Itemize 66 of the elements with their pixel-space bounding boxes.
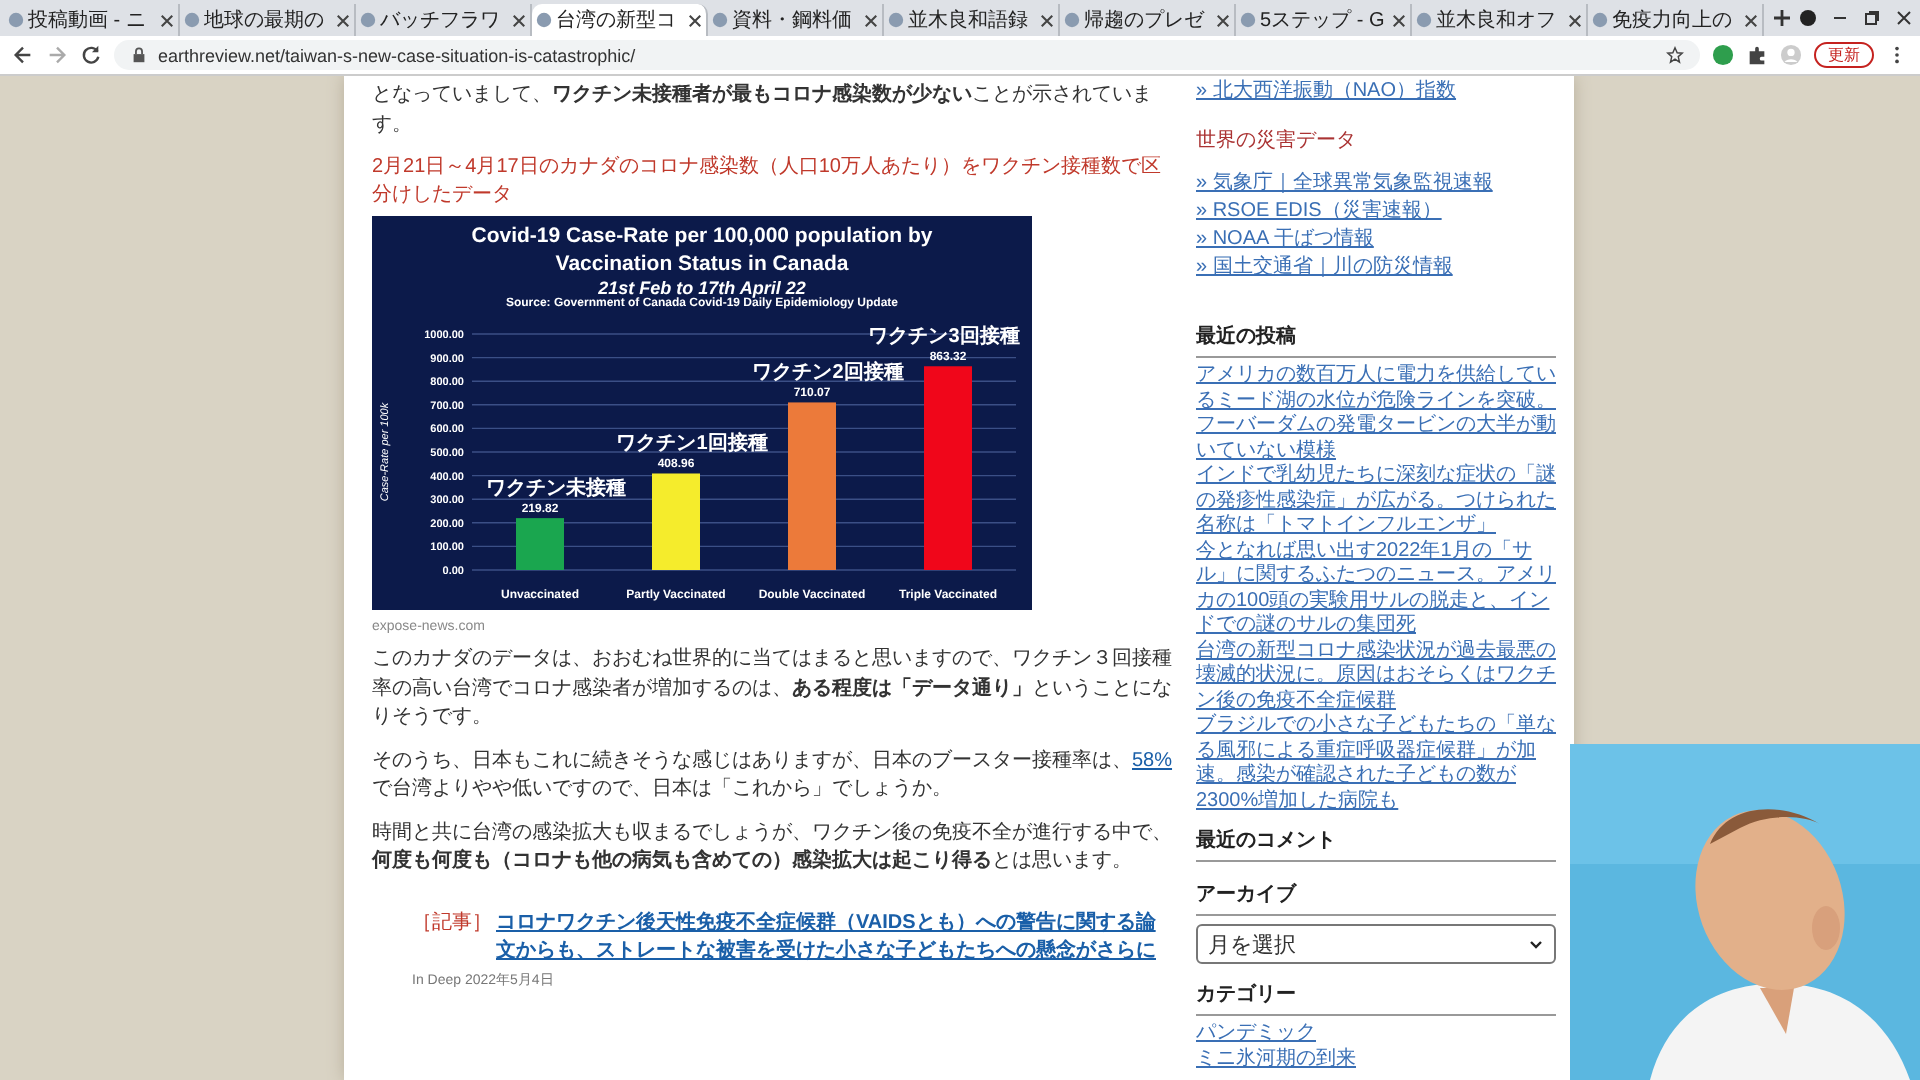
article-tag: ［記事］: [412, 909, 492, 966]
chevron-icon: [1528, 936, 1544, 952]
sidebar-link[interactable]: » 気象庁｜全球異常気象監視速報: [1196, 170, 1493, 198]
widget-heading: アーカイブ: [1196, 872, 1556, 916]
favicon-icon: [536, 12, 552, 28]
circle-icon[interactable]: [1798, 8, 1818, 28]
widget-heading: 最近の投稿: [1196, 314, 1556, 358]
post-link[interactable]: ブラジルでの小さな子どもたちの「単なる風邪による重症呼吸器症候群」が加速。感染が確認された子どもの数が2300%増加した病院も: [1196, 714, 1556, 814]
sidebar-link[interactable]: » RSOE EDIS（災害速報）: [1196, 198, 1442, 226]
figure-caption: 2月21日～4月17日のカナダのコロナ感染数（人口10万人あたり）をワクチン接種数で区分けしたデータ: [372, 154, 1163, 208]
new-tab-icon[interactable]: [1772, 8, 1792, 28]
bar-annotation: ワクチン1回接種: [616, 434, 768, 457]
favicon-icon: [184, 12, 200, 28]
extension-icon[interactable]: [1712, 44, 1734, 66]
widget-heading: 最近のコメント: [1196, 818, 1556, 862]
bar-annotation: ワクチン未接種: [486, 478, 626, 501]
close-icon[interactable]: [864, 13, 878, 27]
address-field[interactable]: earthreview.net/taiwan-s-new-case-situation-is-catastrophic/: [114, 40, 1700, 70]
chart-subtitle: 21st Feb to 17th April 22: [598, 278, 806, 299]
category-link[interactable]: パンデミック: [1196, 1022, 1316, 1047]
favicon-icon: [888, 12, 904, 28]
close-icon[interactable]: [1040, 13, 1054, 27]
browser-tab[interactable]: 台湾の新型コ: [532, 4, 708, 36]
post-link[interactable]: 台湾の新型コロナ感染状況が過去最悪の壊滅的状況に。原因はおそらくはワクチン後の免疫不全症候群: [1196, 639, 1556, 714]
post-link[interactable]: 今となれば思い出す2022年1月の「サル」に関するふたつのニュース。アメリカの100頭の実験用サルの脱走と、インドでの謎のサルの集団死: [1196, 539, 1556, 639]
close-icon[interactable]: [688, 13, 702, 27]
bar-annotation: ワクチン2回接種: [752, 363, 904, 385]
favicon-icon: [712, 12, 728, 28]
restore-icon[interactable]: [1862, 8, 1882, 28]
paragraph-text: このカナダのデータは、おおむね世界的に当てはまると思いますので、ワクチン３回接種率の高い台湾でコロナ感染者が増加するのは、ある程度は「データ通り」ということになりそうです。: [372, 646, 1172, 733]
sidebar-link[interactable]: » NOAA 干ばつ情報: [1196, 226, 1374, 254]
bar-annotation: ワクチン3回接種: [868, 326, 1020, 349]
favicon-icon: [1064, 12, 1080, 28]
archive-select[interactable]: 月を選択: [1196, 924, 1556, 964]
close-icon[interactable]: [160, 13, 174, 27]
reload-icon[interactable]: [80, 44, 102, 66]
close-icon[interactable]: [1744, 13, 1758, 27]
post-link[interactable]: アメリカの数百万人に電力を供給しているミード湖の水位が危険ラインを突破。フーバーダムの発電タービンの大半が動いていない模様: [1196, 364, 1556, 464]
close-icon[interactable]: [512, 13, 526, 27]
favicon-icon: [1240, 12, 1256, 28]
favicon-icon: [8, 12, 24, 28]
puzzle-icon[interactable]: [1746, 44, 1768, 66]
sidebar-link[interactable]: » 国土交通省｜川の防災情報: [1196, 254, 1453, 282]
close-icon[interactable]: [1568, 13, 1582, 27]
back-icon[interactable]: [12, 44, 34, 66]
section-heading: 世界の災害データ: [1196, 127, 1356, 154]
paragraph-text: 時間と共に台湾の感染拡大も収まるでしょうが、ワクチン後の免疫不全が進行する中で、何度も何度も（コロナも他の病気も含めての）感染拡大は起こり得るとは思います。: [372, 819, 1172, 877]
paragraph-text: となっていまして、ワクチン未接種者が最もコロナ感染数が少ないことが示されています。: [372, 82, 1154, 139]
category-link[interactable]: ミニ氷河期の到来: [1196, 1047, 1356, 1072]
update-button[interactable]: 更新: [1814, 42, 1874, 68]
close-icon[interactable]: [1216, 13, 1230, 27]
close-icon[interactable]: [1392, 13, 1406, 27]
favicon-icon: [1592, 12, 1608, 28]
favicon-icon: [360, 12, 376, 28]
chart-title: Covid-19 Case-Rate per 100,000 population by Vaccination Status in Canada: [469, 224, 935, 279]
star-icon[interactable]: [1666, 46, 1684, 64]
inline-link[interactable]: 58%: [1132, 749, 1173, 772]
close-icon[interactable]: [336, 13, 350, 27]
widget-heading: カテゴリー: [1196, 972, 1556, 1016]
close-icon[interactable]: [1894, 8, 1914, 28]
favicon-icon: [1416, 12, 1432, 28]
related-article-link[interactable]: コロナワクチン後天性免疫不全症候群（VAIDSとも）への警告に関する論文からも、ストレートな被害を受けた小さな子どもたちへの懸念がさらに: [496, 909, 1172, 966]
sidebar-link[interactable]: » 北大西洋振動（NAO）指数: [1196, 78, 1457, 106]
paragraph-text: そのうち、日本もこれに続きそうな感じはありますが、日本のブースター接種率は、58% で台湾よりやや低いですので、日本は「これから」でしょうか。: [372, 747, 1172, 805]
post-link[interactable]: インドで乳幼児たちに深刻な症状の「謎の発疹性感染症」が広がる。つけられた名称は「トマトインフルエンザ」: [1196, 464, 1556, 539]
lock-icon[interactable]: [130, 46, 148, 64]
